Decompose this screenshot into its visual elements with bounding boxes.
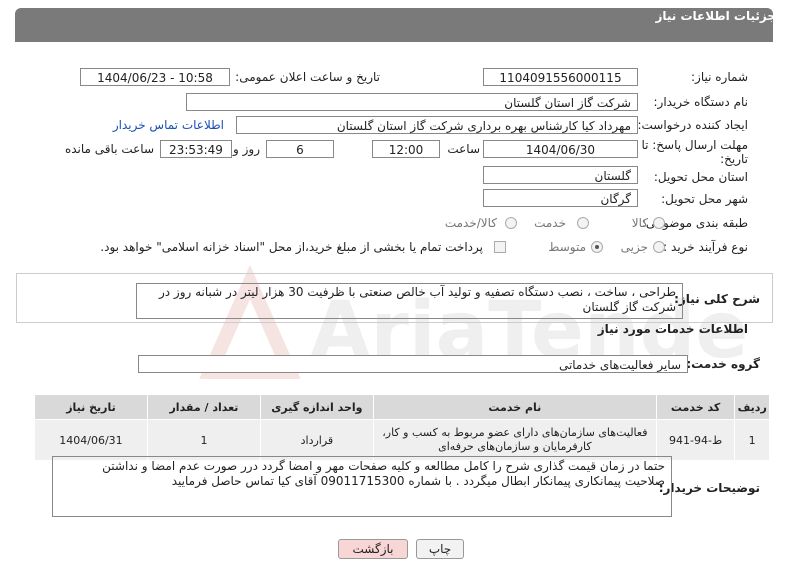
col-header-code: کد خدمت (655, 394, 736, 420)
process-option-medium: متوسط (548, 240, 586, 254)
process-option-minor: جزیی (620, 240, 648, 254)
summary-label: شرح کلی نیاز: (674, 292, 760, 306)
creator-field: مهرداد کیا کارشناس بهره برداری شرکت گاز … (236, 116, 638, 134)
cell-unit: قرارداد (259, 419, 374, 461)
category-radio-goods-service[interactable] (505, 217, 517, 229)
category-option-goods: کالا (631, 216, 648, 230)
deadline-label: مهلت ارسال پاسخ: تا (641, 138, 748, 152)
col-header-unit: واحد اندازه گیری (259, 394, 374, 420)
col-header-date: تاریخ نیاز (34, 394, 148, 420)
time-remaining-label: ساعت باقی مانده (64, 142, 154, 156)
need-number-field: 1104091556000115 (483, 68, 638, 86)
page-title: جزئیات اطلاعات نیاز (655, 9, 776, 23)
deadline-date-field: 1404/06/30 (483, 140, 638, 158)
buyer-org-label: نام دستگاه خریدار: (653, 95, 749, 109)
back-button[interactable]: بازگشت (338, 539, 408, 559)
buyer-notes-textarea[interactable]: حتما در زمان قیمت گذاری شرح را کامل مطال… (52, 456, 672, 517)
category-option-service: خدمت (534, 216, 566, 230)
buyer-contact-link[interactable]: اطلاعات تماس خریدار (113, 118, 224, 132)
col-header-index: ردیف (734, 394, 770, 420)
days-label: روز و (233, 142, 260, 156)
province-label: استان محل تحویل: (653, 170, 748, 184)
col-header-qty: تعداد / مقدار (146, 394, 261, 420)
category-option-goods-service: کالا/خدمت (444, 216, 497, 230)
table-header-row: ردیف کد خدمت نام خدمت واحد اندازه گیری ت… (34, 394, 770, 420)
print-button[interactable]: چاپ (416, 539, 464, 559)
cell-date: 1404/06/31 (34, 419, 148, 461)
services-section-title: اطلاعات خدمات مورد نیاز (597, 322, 748, 336)
col-header-name: نام خدمت (372, 394, 657, 420)
buyer-org-field: شرکت گاز استان گلستان (186, 93, 638, 111)
cell-index: 1 (734, 419, 770, 461)
days-remaining-field: 6 (266, 140, 334, 158)
city-label: شهر محل تحویل: (661, 192, 748, 206)
province-field: گلستان (483, 166, 638, 184)
cell-code: ط-94-941 (655, 419, 736, 461)
process-radio-minor[interactable] (653, 241, 665, 253)
category-radio-goods[interactable] (653, 217, 665, 229)
service-group-field: سایر فعالیت‌های خدماتی (138, 355, 688, 373)
treasury-payment-checkbox[interactable] (494, 241, 506, 253)
need-number-label: شماره نیاز: (691, 70, 748, 84)
service-group-label: گروه خدمت: (686, 357, 760, 371)
time-remaining-field: 23:53:49 (160, 140, 232, 158)
creator-label: ایجاد کننده درخواست: (637, 118, 748, 132)
deadline-date-label: تاریخ: (720, 152, 748, 166)
services-table: ردیف کد خدمت نام خدمت واحد اندازه گیری ت… (34, 394, 770, 461)
city-field: گرگان (483, 189, 638, 207)
cell-name: فعالیت‌های سازمان‌های دارای عضو مربوط به… (372, 419, 657, 461)
treasury-payment-note: پرداخت تمام یا بخشی از مبلغ خرید،از محل … (100, 240, 483, 254)
announce-datetime-label: تاریخ و ساعت اعلان عمومی: (235, 70, 380, 84)
deadline-time-field: 12:00 (372, 140, 440, 158)
process-type-label: نوع فرآیند خرید : (663, 240, 748, 254)
buyer-notes-label: توضیحات خریدار: (658, 481, 760, 495)
process-radio-medium[interactable] (591, 241, 603, 253)
deadline-time-label: ساعت (447, 142, 480, 156)
announce-datetime-field: 1404/06/23 - 10:58 (80, 68, 230, 86)
category-radio-service[interactable] (577, 217, 589, 229)
table-row: 1 ط-94-941 فعالیت‌های سازمان‌های دارای ع… (34, 419, 770, 461)
cell-qty: 1 (146, 419, 261, 461)
summary-textarea[interactable]: طراحی ، ساخت ، نصب دستگاه تصفیه و تولید … (136, 283, 683, 319)
